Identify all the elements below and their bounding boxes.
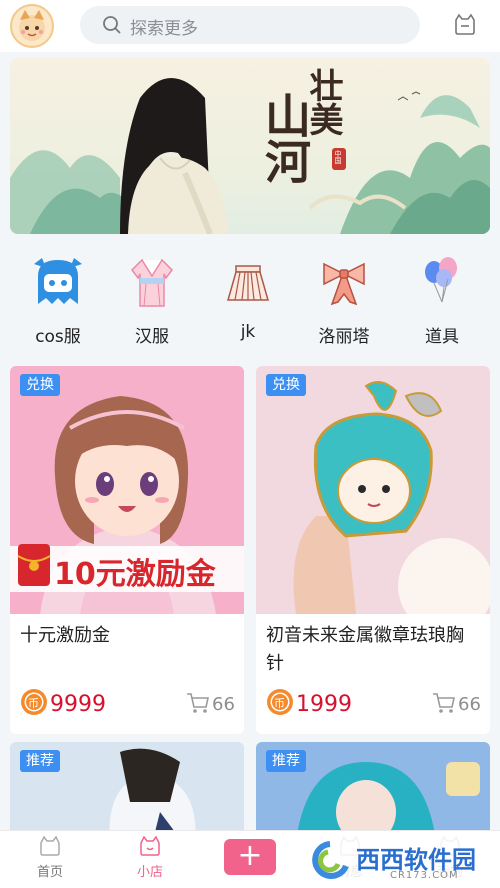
image-promo-text: 10元激励金 bbox=[54, 557, 216, 592]
top-header: 探索更多 bbox=[0, 0, 500, 52]
category-label: 洛丽塔 bbox=[318, 327, 370, 347]
cart-count: 66 bbox=[212, 694, 235, 715]
category-label: jk bbox=[240, 322, 256, 342]
exchange-badge: 兑换 bbox=[266, 374, 306, 396]
product-name: 初音未来金属徽章珐琅胸针 bbox=[266, 625, 464, 674]
category-label: 汉服 bbox=[135, 327, 169, 347]
category-label: cos服 bbox=[35, 327, 81, 347]
category-jk[interactable]: jk bbox=[208, 248, 288, 348]
nav-label: 首页 bbox=[36, 865, 63, 880]
ghost-icon bbox=[34, 258, 82, 304]
coin-symbol: 币 bbox=[274, 697, 285, 710]
balloon-icon bbox=[425, 257, 457, 303]
cat-message-icon[interactable] bbox=[452, 12, 478, 38]
category-label: 道具 bbox=[425, 327, 459, 347]
category-lolita[interactable]: 洛丽塔 bbox=[304, 248, 384, 348]
hanfu-icon bbox=[131, 259, 173, 307]
site-watermark: 西西软件园 CR173.COM bbox=[300, 834, 500, 888]
banner-seal-text: 中国 bbox=[334, 150, 342, 164]
nav-label: 小店 bbox=[136, 865, 163, 880]
product-card[interactable]: 10元激励金 兑换 十元激励金 币 9999 66 bbox=[10, 366, 244, 734]
product-price: 9999 bbox=[50, 692, 106, 717]
product-price: 1999 bbox=[296, 692, 352, 717]
product-card[interactable]: 推荐 bbox=[256, 742, 490, 842]
watermark-logo-icon bbox=[312, 841, 349, 879]
skirt-icon bbox=[227, 265, 269, 301]
search-placeholder: 探索更多 bbox=[130, 19, 198, 39]
recommend-badge: 推荐 bbox=[20, 750, 60, 772]
exchange-badge: 兑换 bbox=[20, 374, 60, 396]
cart-icon[interactable] bbox=[432, 692, 456, 714]
category-props[interactable]: 道具 bbox=[402, 248, 482, 348]
search-icon bbox=[103, 16, 121, 34]
product-image: 推荐 bbox=[10, 742, 244, 842]
product-image: 兑换 bbox=[256, 366, 490, 634]
watermark-url: CR173.COM bbox=[390, 870, 459, 881]
recommend-badge: 推荐 bbox=[266, 750, 306, 772]
search-input[interactable]: 探索更多 bbox=[80, 6, 420, 44]
product-card[interactable]: 推荐 bbox=[10, 742, 244, 842]
bow-icon bbox=[323, 262, 365, 306]
category-hanfu[interactable]: 汉服 bbox=[112, 248, 192, 348]
product-name: 十元激励金 bbox=[20, 625, 110, 646]
category-cos[interactable]: cos服 bbox=[18, 248, 98, 348]
nav-shop[interactable]: 小店 bbox=[110, 835, 190, 880]
banner-title-bottom: 山河 bbox=[258, 92, 312, 184]
add-post-button[interactable]: + bbox=[224, 839, 276, 875]
coin-symbol: 币 bbox=[28, 697, 39, 710]
product-card[interactable]: 兑换 初音未来金属徽章珐琅胸针 币 1999 66 bbox=[256, 366, 490, 734]
cat-shop-icon bbox=[140, 835, 160, 856]
promo-banner[interactable]: 壮美 山河 中国 bbox=[10, 58, 490, 234]
product-image: 10元激励金 兑换 bbox=[10, 366, 244, 614]
product-image: 推荐 bbox=[256, 742, 490, 842]
red-envelope-icon bbox=[17, 544, 51, 586]
cat-home-icon bbox=[40, 835, 60, 856]
nav-home[interactable]: 首页 bbox=[10, 835, 90, 880]
cart-icon[interactable] bbox=[186, 692, 210, 714]
avatar[interactable] bbox=[10, 4, 54, 48]
category-row: cos服 汉服 jk 洛丽塔 道具 bbox=[0, 248, 500, 358]
cart-count: 66 bbox=[458, 694, 481, 715]
